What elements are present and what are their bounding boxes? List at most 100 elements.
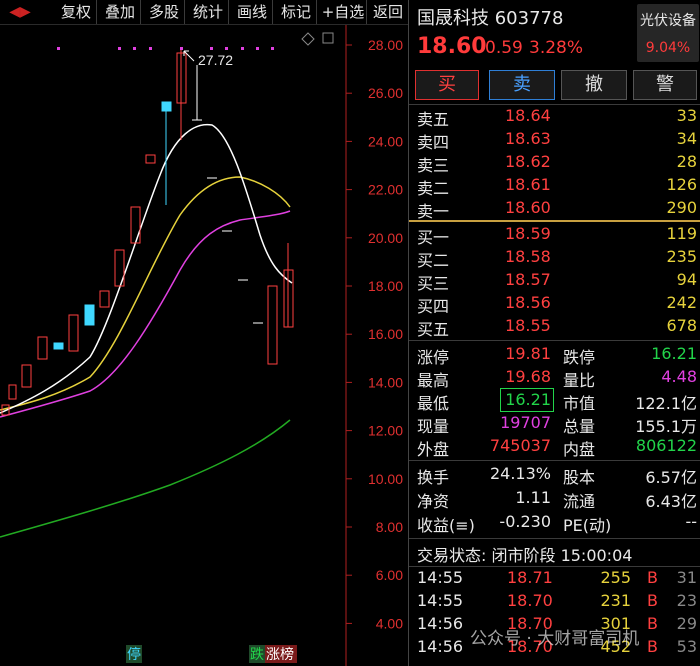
buy-button[interactable]: 买 xyxy=(415,70,479,100)
chart-toolbar: ◀▶ 复权 叠加 多股 统计 画线 标记 +自选 返回 xyxy=(0,0,408,25)
ma60-line xyxy=(0,419,291,538)
stat-row: 最高 19.68 量比 4.48 xyxy=(409,365,700,390)
ask-volume: 34 xyxy=(676,129,697,148)
stock-terminal-window: ◀▶ 复权 叠加 多股 统计 画线 标记 +自选 返回 28.00 26.00 24… xyxy=(0,0,700,666)
tick-time: 14:55 xyxy=(417,568,464,587)
candle xyxy=(84,304,95,326)
sell-button[interactable]: 卖 xyxy=(489,70,555,100)
high-value: 19.68 xyxy=(505,367,551,386)
price-axis: 28.00 26.00 24.00 22.00 20.00 18.00 16.00 14.00… xyxy=(346,37,403,666)
stat-row: 涨停 19.81 跌停 16.21 xyxy=(409,342,700,367)
kline-chart-svg[interactable]: 28.00 26.00 24.00 22.00 20.00 18.00 16.00 14.00… xyxy=(0,25,408,666)
candle xyxy=(130,206,141,244)
sector-badge[interactable]: 光伏设备 9.04% xyxy=(637,4,699,62)
bid-row: 买三 18.57 94 xyxy=(409,268,700,293)
add-watchlist-button[interactable]: +自选 xyxy=(320,0,367,24)
ask-volume: 28 xyxy=(676,152,697,171)
bid-row: 买四 18.56 242 xyxy=(409,291,700,316)
tick-side: B xyxy=(647,591,658,610)
cancel-order-button[interactable]: 撤 xyxy=(561,70,627,100)
stat-row: 外盘 745037 内盘 806122 xyxy=(409,434,700,459)
nav-label: 净资 xyxy=(417,492,450,511)
tick-row: 14:55 18.70 231 B 23 xyxy=(409,589,700,613)
ask-volume: 126 xyxy=(666,175,697,194)
candle xyxy=(8,384,17,400)
ask-row: 卖五 18.64 33 xyxy=(409,104,700,129)
inner-volume-label: 内盘 xyxy=(563,440,596,459)
bid-volume: 678 xyxy=(666,316,697,335)
float-value: 6.43亿 xyxy=(645,492,697,511)
restore-rights-button[interactable]: 复权 xyxy=(56,0,97,24)
shares-value: 6.57亿 xyxy=(645,468,697,487)
ask-price: 18.64 xyxy=(505,106,551,125)
trade-status-text: 交易状态: 闭市阶段 15:00:04 xyxy=(417,546,633,565)
price-axis-tick: 4.00 xyxy=(376,615,403,631)
limit-up-list-marker: 涨榜 xyxy=(266,646,294,663)
price-axis-tick: 18.00 xyxy=(368,278,403,294)
stock-name-code: 国晟科技 603778 xyxy=(417,8,564,29)
tick-volume: 255 xyxy=(600,568,631,587)
statistics-button[interactable]: 统计 xyxy=(188,0,229,24)
overlay-button[interactable]: 叠加 xyxy=(100,0,141,24)
bid-volume: 94 xyxy=(676,270,697,289)
price-axis-tick: 6.00 xyxy=(376,567,403,583)
ask-volume: 290 xyxy=(666,198,697,217)
bid-price: 18.58 xyxy=(505,247,551,266)
price-axis-tick: 26.00 xyxy=(368,85,403,101)
sector-name: 光伏设备 xyxy=(640,13,696,29)
price-axis-tick: 20.00 xyxy=(368,230,403,246)
alert-button[interactable]: 警 xyxy=(633,70,697,100)
watermark: 公众号 · 大财哥富司机 xyxy=(470,629,640,649)
bid-price: 18.59 xyxy=(505,224,551,243)
bid-price: 18.56 xyxy=(505,293,551,312)
back-button[interactable]: 返回 xyxy=(368,0,408,24)
signal-dots xyxy=(57,47,274,50)
tick-time: 14:55 xyxy=(417,591,464,610)
bid-row: 买五 18.55 678 xyxy=(409,314,700,339)
ask-row: 卖四 18.63 34 xyxy=(409,127,700,152)
stat-row: 净资 1.11 流通 6.43亿 xyxy=(409,486,700,511)
kline-chart[interactable]: 28.00 26.00 24.00 22.00 20.00 18.00 16.00 14.00… xyxy=(0,25,408,666)
diamond-icon xyxy=(301,32,315,46)
stat-row: 收益(≡) -0.230 PE(动) -- xyxy=(409,510,700,535)
tick-side: B xyxy=(647,568,658,587)
tick-count: 23 xyxy=(676,591,697,610)
draw-line-button[interactable]: 画线 xyxy=(232,0,273,24)
ask-price: 18.62 xyxy=(505,152,551,171)
ask-row: 卖三 18.62 28 xyxy=(409,150,700,175)
ask-label: 卖一 xyxy=(417,202,450,221)
volume-ratio-value: 4.48 xyxy=(661,367,697,386)
turnover-label: 换手 xyxy=(417,468,450,487)
tick-time: 14:56 xyxy=(417,637,464,656)
stock-price: 18.60 xyxy=(417,34,487,59)
divider xyxy=(409,538,700,539)
limit-down-marker: 跌 xyxy=(250,647,264,663)
ma20-line xyxy=(0,210,291,418)
tick-price: 18.71 xyxy=(507,568,553,587)
outer-volume-label: 外盘 xyxy=(417,440,450,459)
multi-stock-button[interactable]: 多股 xyxy=(144,0,185,24)
outer-volume-value: 745037 xyxy=(489,436,551,455)
tick-side: B xyxy=(647,637,658,656)
limit-up-value: 19.81 xyxy=(505,344,551,363)
bid-row: 买一 18.59 119 xyxy=(409,222,700,247)
candles xyxy=(1,48,294,416)
price-axis-tick: 24.00 xyxy=(368,133,403,149)
candle xyxy=(53,342,64,350)
nav-value: 1.11 xyxy=(515,488,551,507)
limit-down-value: 16.21 xyxy=(651,344,697,363)
candle xyxy=(161,101,172,112)
nav-arrows-icon[interactable]: ◀▶ xyxy=(0,0,40,24)
pe-value: -- xyxy=(685,512,697,531)
eps-value: -0.230 xyxy=(499,512,551,531)
candle xyxy=(267,285,278,365)
tick-count: 31 xyxy=(676,568,697,587)
mark-button[interactable]: 标记 xyxy=(276,0,317,24)
tick-row: 14:55 18.71 255 B 31 xyxy=(409,566,700,590)
stat-row: 现量 19707 总量 155.1万 xyxy=(409,411,700,436)
ask-row: 卖二 18.61 126 xyxy=(409,173,700,198)
float-label: 流通 xyxy=(563,492,596,511)
bid-price: 18.57 xyxy=(505,270,551,289)
stop-marker: 停 xyxy=(127,646,141,663)
ask-row: 卖一 18.60 290 xyxy=(409,196,700,221)
